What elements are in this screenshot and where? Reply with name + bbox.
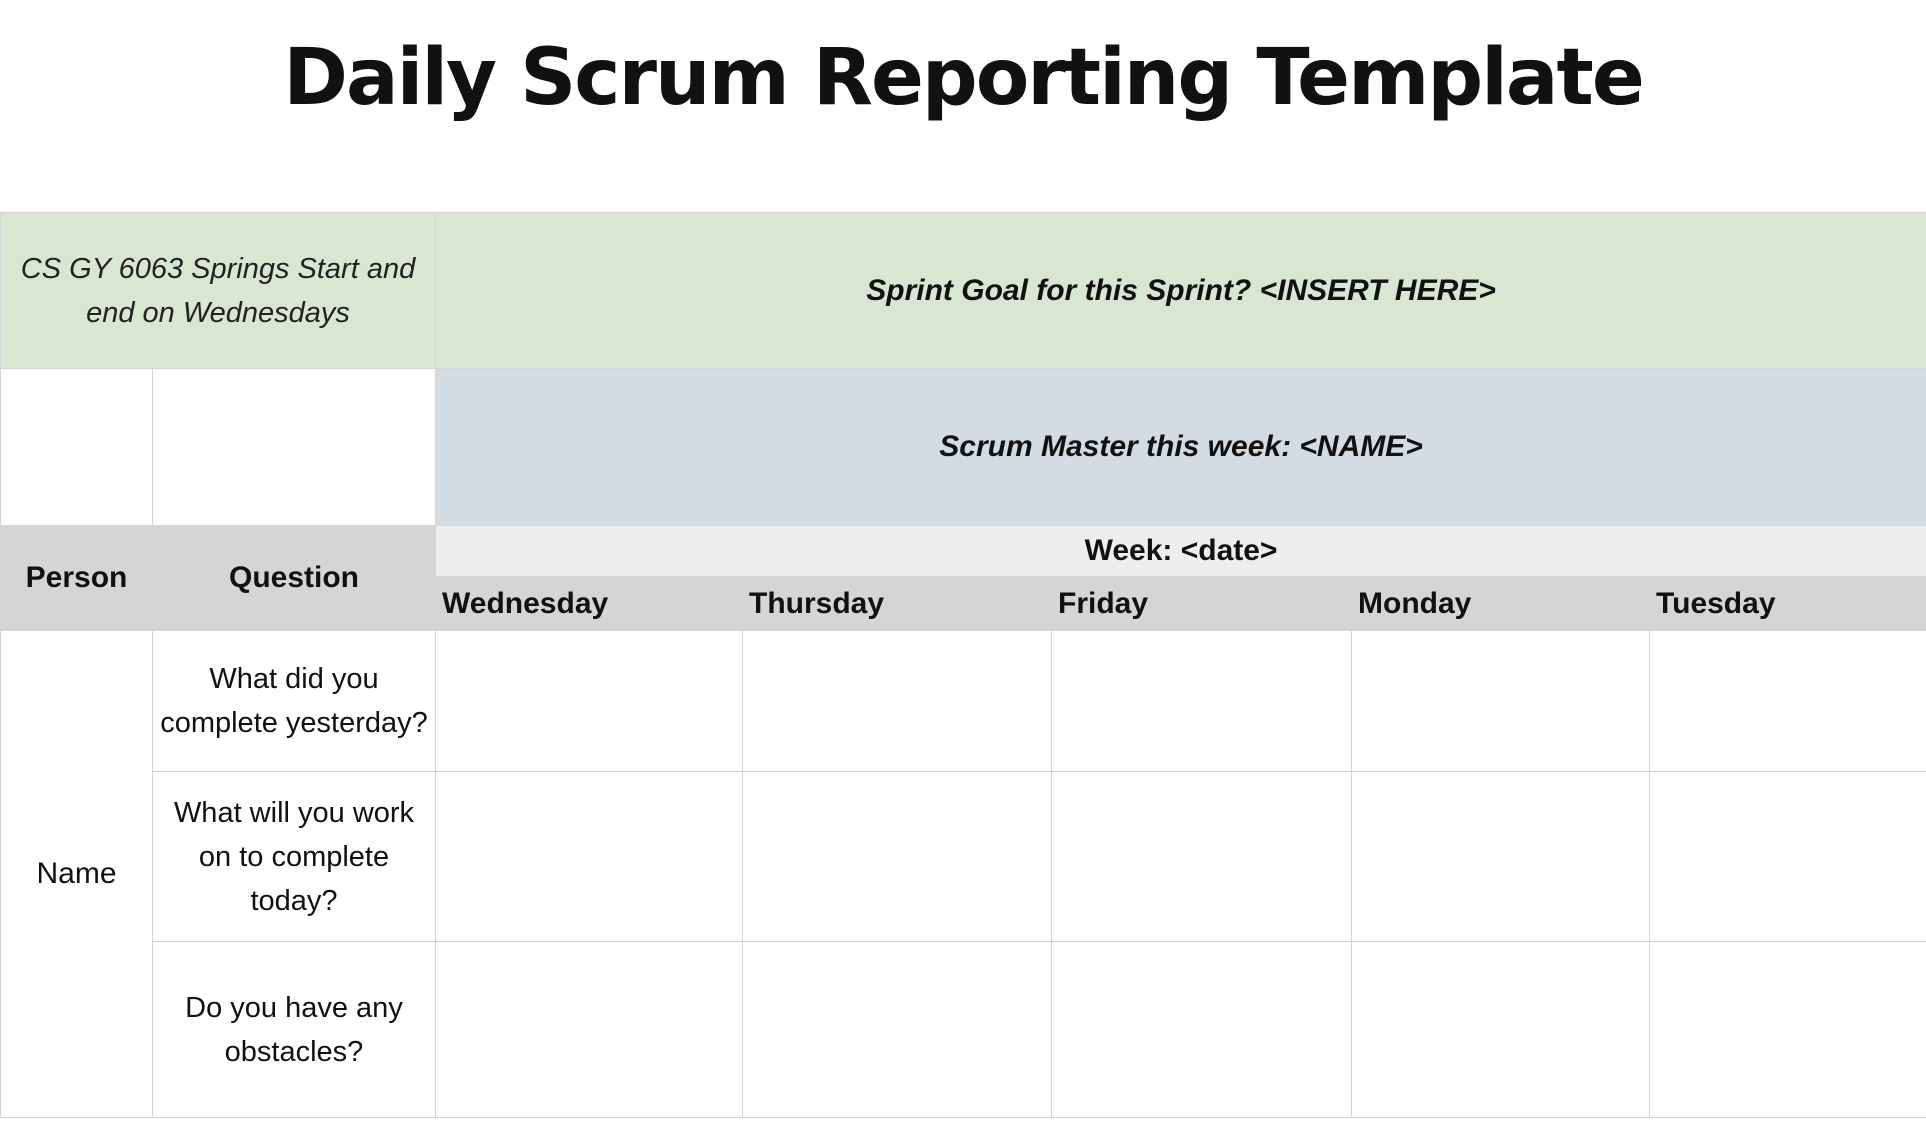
question-text: What did you complete yesterday? xyxy=(160,663,428,739)
day-label: Thursday xyxy=(749,586,885,620)
scrum-master: Scrum Master this week: <NAME> xyxy=(939,430,1423,463)
answer-cell[interactable] xyxy=(1351,771,1651,942)
day-label: Wednesday xyxy=(442,586,609,620)
question-text: What will you work on to complete today? xyxy=(173,796,415,917)
question-cell[interactable]: What will you work on to complete today? xyxy=(151,771,437,942)
column-header-question-label: Question xyxy=(229,561,360,594)
column-header-person[interactable]: Person xyxy=(0,525,153,631)
sprint-goal: Sprint Goal for this Sprint? <INSERT HER… xyxy=(866,273,1496,307)
page-title: Daily Scrum Reporting Template xyxy=(283,33,1645,123)
answer-cell[interactable] xyxy=(742,771,1053,942)
answer-cell[interactable] xyxy=(1649,941,1926,1118)
person-cell[interactable]: Name xyxy=(0,630,153,1118)
column-header-friday[interactable]: Friday xyxy=(1051,576,1353,631)
question-text: Do you have any obstacles? xyxy=(185,991,403,1068)
answer-cell[interactable] xyxy=(435,941,744,1118)
day-label: Monday xyxy=(1358,586,1472,620)
answer-cell[interactable] xyxy=(1351,630,1651,772)
day-label: Tuesday xyxy=(1656,586,1776,620)
week-label-cell[interactable]: Week: <date> xyxy=(435,525,1926,577)
column-header-wednesday[interactable]: Wednesday xyxy=(435,576,744,631)
day-label: Friday xyxy=(1058,586,1149,620)
scrum-master-cell[interactable]: Scrum Master this week: <NAME> xyxy=(435,368,1926,526)
answer-cell[interactable] xyxy=(742,630,1053,772)
table-row: What will you work on to complete today? xyxy=(1,771,1926,942)
column-header-person-label: Person xyxy=(25,561,128,594)
course-note: CS GY 6063 Springs Start and end on Wedn… xyxy=(20,252,416,329)
week-label: Week: <date> xyxy=(1084,534,1278,567)
answer-cell[interactable] xyxy=(435,771,744,942)
answer-cell[interactable] xyxy=(742,941,1053,1118)
course-note-cell[interactable]: CS GY 6063 Springs Start and end on Wedn… xyxy=(0,212,437,369)
empty-cell[interactable] xyxy=(151,368,437,526)
answer-cell[interactable] xyxy=(1351,941,1651,1118)
answer-cell[interactable] xyxy=(435,630,744,772)
person-name: Name xyxy=(36,857,117,890)
question-cell[interactable]: Do you have any obstacles? xyxy=(151,941,437,1118)
column-header-question[interactable]: Question xyxy=(151,525,437,631)
sprint-goal-cell[interactable]: Sprint Goal for this Sprint? <INSERT HER… xyxy=(435,212,1926,369)
table-row: Name What did you complete yesterday? xyxy=(0,630,1926,1118)
column-header-monday[interactable]: Monday xyxy=(1351,576,1651,631)
answer-cell[interactable] xyxy=(1051,941,1353,1118)
answer-cell[interactable] xyxy=(1051,771,1353,942)
column-header-thursday[interactable]: Thursday xyxy=(742,576,1053,631)
answer-cell[interactable] xyxy=(1051,630,1353,772)
answer-cell[interactable] xyxy=(1649,771,1926,942)
empty-cell[interactable] xyxy=(0,368,153,526)
question-cell[interactable]: What did you complete yesterday? xyxy=(151,630,437,772)
answer-cell[interactable] xyxy=(1649,630,1926,772)
column-header-tuesday[interactable]: Tuesday xyxy=(1649,576,1926,631)
table-row: Do you have any obstacles? xyxy=(1,941,1926,1118)
scrum-report-table: CS GY 6063 Springs Start and end on Wedn… xyxy=(0,212,1926,1118)
